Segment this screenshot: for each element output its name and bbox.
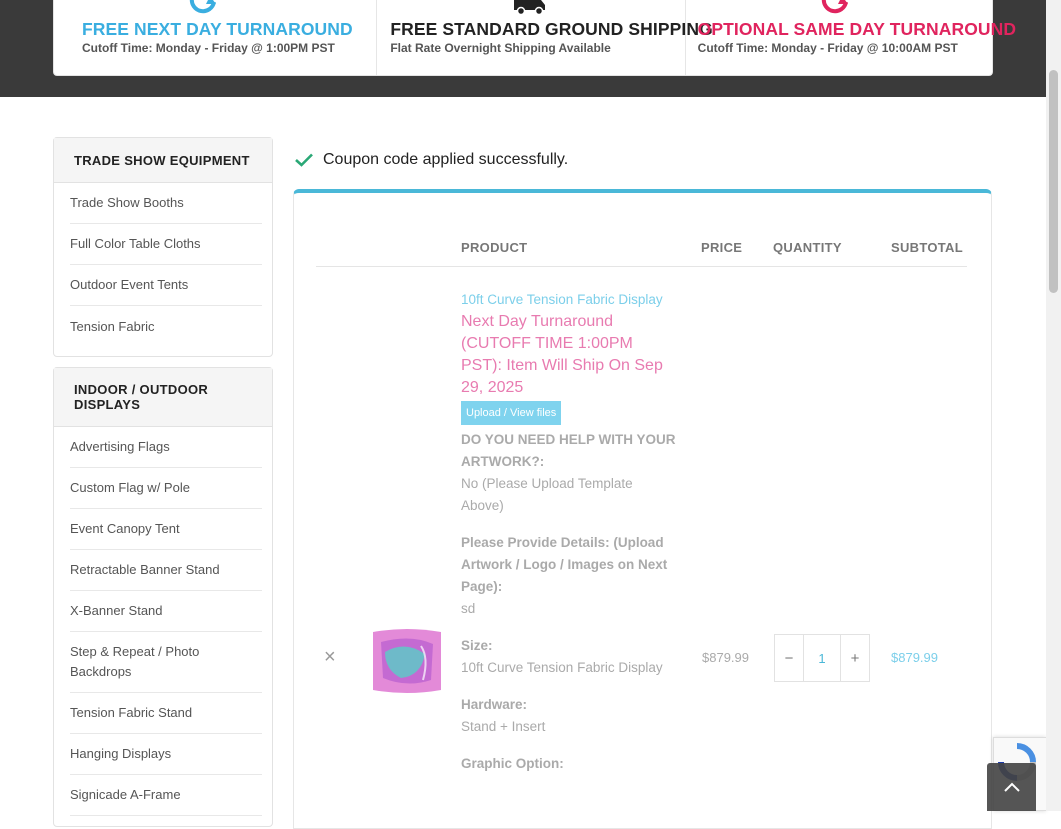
- meta-value: Stand + Insert: [461, 719, 546, 734]
- sidebar-item-advertising-flags[interactable]: Advertising Flags: [70, 427, 262, 468]
- coupon-notice: Coupon code applied successfully.: [295, 148, 568, 172]
- shipping-title: FREE STANDARD GROUND SHIPPING: [390, 19, 713, 39]
- shipping-subtitle: Cutoff Time: Monday - Friday @ 10:00AM P…: [697, 41, 958, 55]
- sidebar-item-hanging-displays[interactable]: Hanging Displays: [70, 734, 262, 775]
- shipping-subtitle: Cutoff Time: Monday - Friday @ 1:00PM PS…: [82, 41, 335, 55]
- meta-value: 10ft Curve Tension Fabric Display: [461, 660, 663, 675]
- shipping-next-day: FREE NEXT DAY TURNAROUND Cutoff Time: Mo…: [54, 0, 378, 75]
- sidebar-heading: TRADE SHOW EQUIPMENT: [54, 138, 272, 183]
- refresh-icon: [821, 0, 848, 14]
- header-price: PRICE: [701, 240, 743, 255]
- meta-label: Hardware:: [461, 697, 528, 712]
- sidebar-item-canopy-tent[interactable]: Event Canopy Tent: [70, 509, 262, 550]
- sidebar-item-step-repeat[interactable]: Step & Repeat / Photo Backdrops: [70, 632, 262, 693]
- turnaround-info: Next Day Turnaround (CUTOFF TIME 1:00PM …: [461, 313, 663, 396]
- chevron-up-icon: [1003, 782, 1020, 792]
- quantity-input[interactable]: 1: [804, 635, 840, 681]
- quantity-stepper: − 1 +: [774, 634, 870, 682]
- header-quantity: QUANTITY: [773, 240, 842, 255]
- shipping-ground: FREE STANDARD GROUND SHIPPING Flat Rate …: [377, 0, 713, 75]
- shipping-same-day: OPTIONAL SAME DAY TURNAROUND Cutoff Time…: [686, 0, 1016, 75]
- shipping-info-bar: FREE NEXT DAY TURNAROUND Cutoff Time: Mo…: [53, 0, 1016, 76]
- checkmark-icon: [295, 153, 313, 167]
- product-name-link[interactable]: 10ft Curve Tension Fabric Display: [461, 289, 676, 311]
- product-thumbnail[interactable]: [371, 628, 443, 694]
- shipping-subtitle: Flat Rate Overnight Shipping Available: [390, 41, 611, 55]
- sidebar-item-event-tents[interactable]: Outdoor Event Tents: [70, 265, 262, 306]
- header-subtotal: SUBTOTAL: [891, 240, 963, 255]
- sidebar-item-table-cloths[interactable]: Full Color Table Cloths: [70, 224, 262, 265]
- quantity-decrease-button[interactable]: −: [775, 635, 804, 681]
- sidebar-item-x-banner[interactable]: X-Banner Stand: [70, 591, 262, 632]
- header-product: PRODUCT: [461, 240, 528, 255]
- meta-label: Graphic Option:: [461, 756, 564, 771]
- sidebar-indoor-outdoor: INDOOR / OUTDOOR DISPLAYS Advertising Fl…: [53, 367, 273, 827]
- scroll-to-top-button[interactable]: [987, 763, 1036, 811]
- sidebar-item-signicade[interactable]: Signicade A-Frame: [70, 775, 262, 816]
- header-divider: [316, 266, 967, 267]
- quantity-increase-button[interactable]: +: [840, 635, 869, 681]
- product-details: 10ft Curve Tension Fabric Display Next D…: [461, 289, 676, 775]
- refresh-icon: [189, 0, 216, 14]
- sidebar-trade-show: TRADE SHOW EQUIPMENT Trade Show Booths F…: [53, 137, 273, 357]
- sidebar-item-trade-show-booths[interactable]: Trade Show Booths: [70, 183, 262, 224]
- truck-icon: [514, 0, 546, 16]
- item-price: $879.99: [702, 650, 749, 665]
- sidebar-item-retractable-banner[interactable]: Retractable Banner Stand: [70, 550, 262, 591]
- meta-label: DO YOU NEED HELP WITH YOUR ARTWORK?:: [461, 432, 676, 469]
- remove-item-button[interactable]: ×: [324, 646, 336, 669]
- sidebar-heading: INDOOR / OUTDOOR DISPLAYS: [54, 368, 272, 427]
- upload-files-button[interactable]: Upload / View files: [461, 401, 562, 425]
- shipping-title: OPTIONAL SAME DAY TURNAROUND: [697, 19, 1017, 39]
- sidebar-item-tension-fabric[interactable]: Tension Fabric: [70, 306, 262, 347]
- sidebar-item-custom-flag[interactable]: Custom Flag w/ Pole: [70, 468, 262, 509]
- shipping-title: FREE NEXT DAY TURNAROUND: [82, 19, 353, 39]
- meta-value: No (Please Upload Template Above): [461, 476, 633, 513]
- scrollbar-thumb[interactable]: [1049, 70, 1058, 293]
- meta-value: sd: [461, 601, 476, 616]
- meta-label: Please Provide Details: (Upload Artwork …: [461, 535, 668, 594]
- sidebar-item-tension-fabric-stand[interactable]: Tension Fabric Stand: [70, 693, 262, 734]
- cart-table: PRODUCT PRICE QUANTITY SUBTOTAL × 10ft C…: [293, 189, 992, 829]
- meta-label: Size:: [461, 638, 493, 653]
- coupon-notice-text: Coupon code applied successfully.: [323, 151, 569, 168]
- item-subtotal: $879.99: [891, 650, 938, 665]
